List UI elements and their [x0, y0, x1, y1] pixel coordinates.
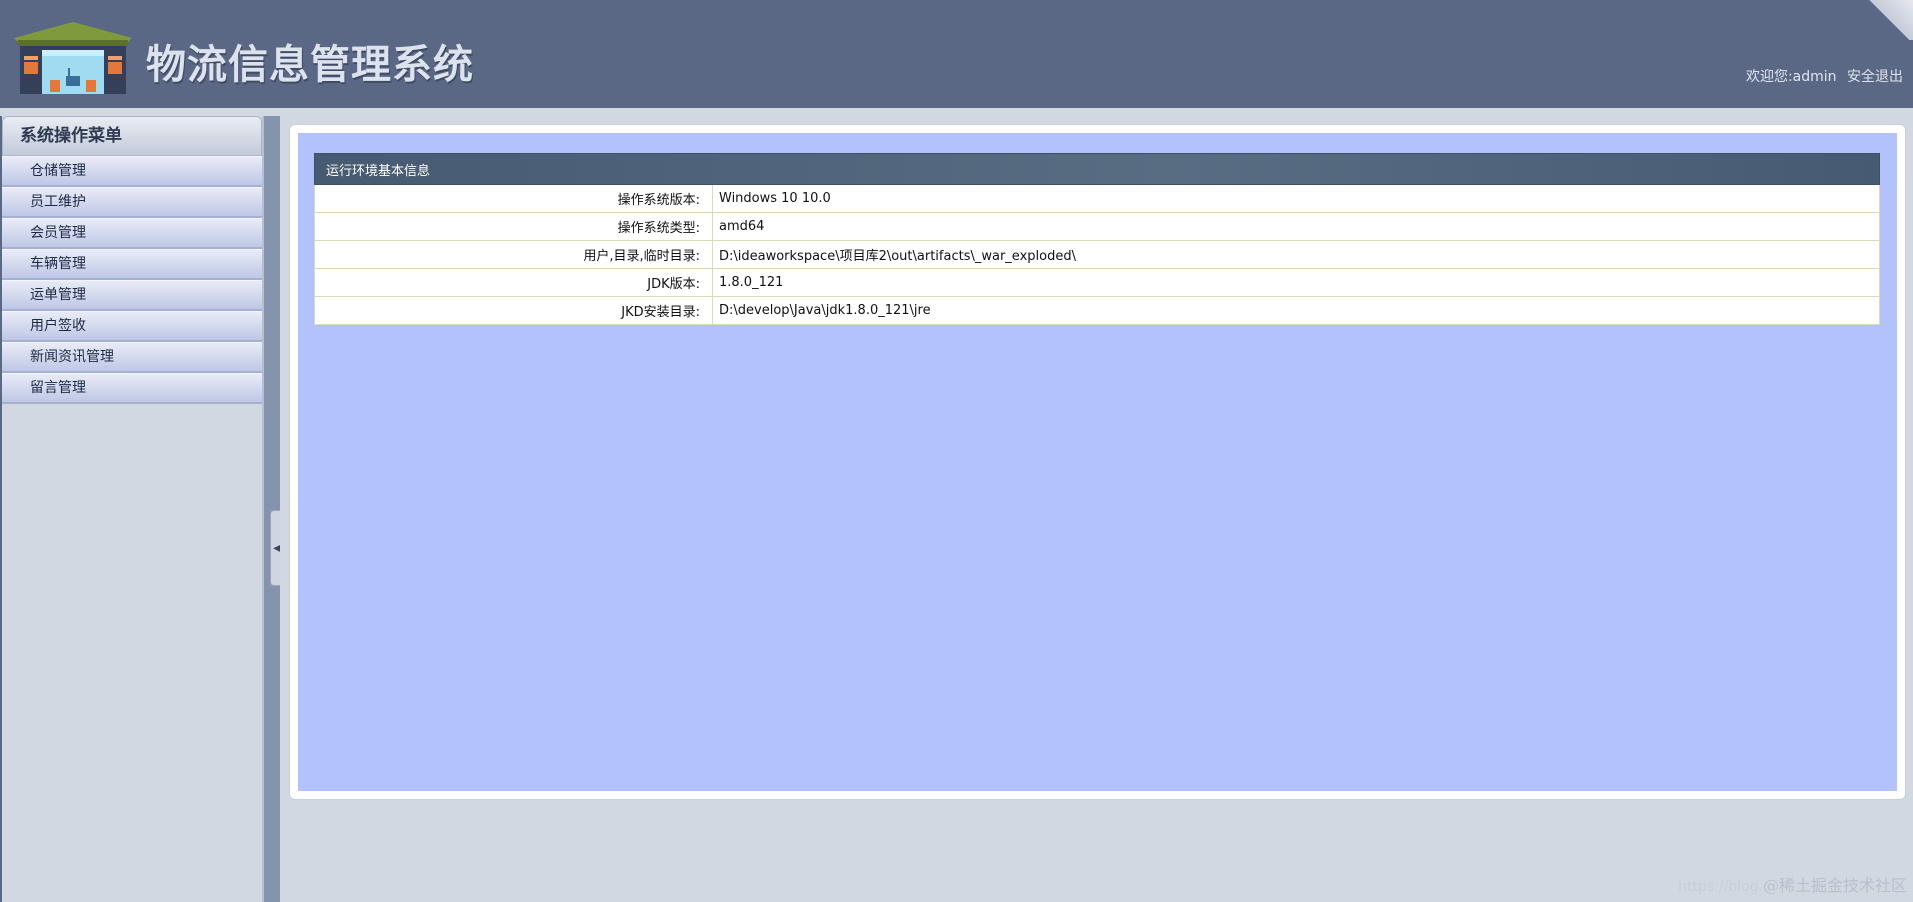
sidebar-item-staff[interactable]: 员工维护 — [2, 187, 262, 218]
watermark-text: @稀土掘金技术社区 — [1762, 876, 1907, 895]
table-row: 操作系统版本: Windows 10 10.0 — [314, 184, 1880, 213]
runtime-info-table: 运行环境基本信息 操作系统版本: Windows 10 10.0 操作系统类型:… — [314, 153, 1880, 325]
sidebar: 系统操作菜单 仓储管理 员工维护 会员管理 车辆管理 运单管理 用户签收 新闻资… — [2, 116, 264, 902]
table-row: JDK版本: 1.8.0_121 — [314, 268, 1880, 297]
row-label: 用户,目录,临时目录: — [314, 240, 713, 269]
watermark-prefix: https://blog. — [1678, 879, 1763, 895]
sidebar-item-warehouse[interactable]: 仓储管理 — [2, 156, 262, 187]
watermark: https://blog.@稀土掘金技术社区 — [1678, 872, 1907, 896]
table-title: 运行环境基本信息 — [314, 153, 1880, 185]
table-row: 用户,目录,临时目录: D:\ideaworkspace\项目库2\out\ar… — [314, 240, 1880, 269]
sidebar-item-waybills[interactable]: 运单管理 — [2, 280, 262, 311]
row-value: Windows 10 10.0 — [712, 184, 1880, 213]
user-info: 欢迎您:admin 安全退出 — [1740, 66, 1903, 86]
sidebar-item-news[interactable]: 新闻资讯管理 — [2, 342, 262, 373]
row-value: D:\develop\Java\jdk1.8.0_121\jre — [712, 296, 1880, 325]
content-panel-body: 运行环境基本信息 操作系统版本: Windows 10 10.0 操作系统类型:… — [298, 133, 1897, 791]
row-value: amd64 — [712, 212, 1880, 241]
row-value: D:\ideaworkspace\项目库2\out\artifacts\_war… — [712, 240, 1880, 269]
table-row: JKD安装目录: D:\develop\Java\jdk1.8.0_121\jr… — [314, 296, 1880, 325]
row-label: JDK版本: — [314, 268, 713, 297]
content-panel: 运行环境基本信息 操作系统版本: Windows 10 10.0 操作系统类型:… — [289, 124, 1906, 800]
header: 物流信息管理系统 欢迎您:admin 安全退出 — [0, 0, 1913, 108]
header-corner-decoration — [1857, 0, 1913, 40]
logout-link[interactable]: 安全退出 — [1847, 69, 1903, 85]
main-content: 运行环境基本信息 操作系统版本: Windows 10 10.0 操作系统类型:… — [280, 116, 1913, 902]
row-value: 1.8.0_121 — [712, 268, 1880, 297]
row-label: 操作系统类型: — [314, 212, 713, 241]
warehouse-logo-icon — [14, 22, 132, 94]
sidebar-item-vehicles[interactable]: 车辆管理 — [2, 249, 262, 280]
sidebar-title: 系统操作菜单 — [2, 116, 262, 156]
table-header-row: 运行环境基本信息 — [314, 153, 1880, 185]
sidebar-item-members[interactable]: 会员管理 — [2, 218, 262, 249]
row-label: 操作系统版本: — [314, 184, 713, 213]
sidebar-item-messages[interactable]: 留言管理 — [2, 373, 262, 404]
panel-splitter[interactable] — [264, 116, 280, 902]
sidebar-item-user-signoff[interactable]: 用户签收 — [2, 311, 262, 342]
welcome-text: 欢迎您:admin — [1745, 69, 1837, 85]
table-row: 操作系统类型: amd64 — [314, 212, 1880, 241]
row-label: JKD安装目录: — [314, 296, 713, 325]
app-title: 物流信息管理系统 — [146, 42, 474, 88]
